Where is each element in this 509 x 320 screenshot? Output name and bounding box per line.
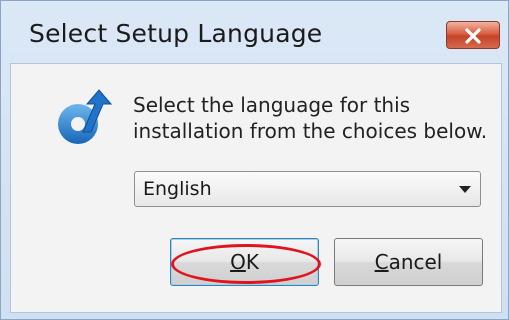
ok-button-accel: O (230, 250, 246, 274)
close-icon (465, 28, 481, 44)
language-select-value: English (143, 178, 212, 200)
cancel-button-accel: C (374, 250, 389, 274)
chevron-down-icon[interactable] (459, 186, 471, 193)
title-bar[interactable]: Select Setup Language (1, 1, 509, 69)
close-button[interactable] (446, 21, 500, 49)
prompt-text: Select the language for this installatio… (133, 92, 493, 144)
cancel-button[interactable]: Cancel (334, 238, 483, 286)
window-title: Select Setup Language (29, 19, 323, 48)
prompt-line-1: Select the language for this (133, 93, 411, 117)
prompt-line-2: installation from the choices below. (133, 119, 488, 143)
language-select[interactable]: English (134, 171, 481, 207)
ok-button-label: K (245, 250, 259, 274)
setup-language-dialog: Select Setup Language Select the languag… (0, 0, 509, 320)
cancel-button-label: ancel (388, 250, 443, 274)
setup-arrow-icon (51, 86, 115, 154)
dialog-body: Select the language for this installatio… (10, 63, 502, 313)
ok-button[interactable]: OK (170, 238, 319, 286)
